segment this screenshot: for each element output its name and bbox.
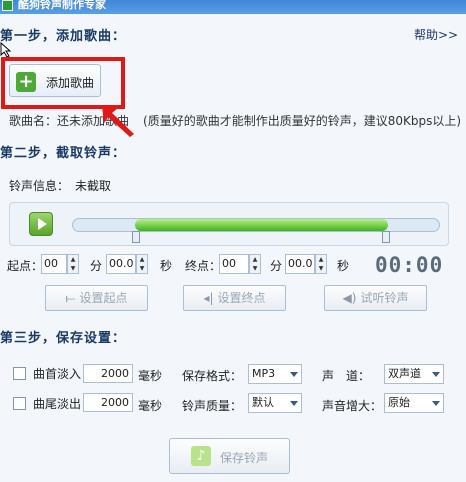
set-end-label: 设置终点 [217, 291, 266, 305]
time-display: 00:00 [375, 253, 444, 277]
ringtone-info-label: 铃声信息： [9, 179, 70, 193]
start-second-unit: 秒 [160, 259, 173, 273]
chevron-down-icon [290, 401, 298, 406]
fade-out-unit: 毫秒 [138, 399, 163, 413]
quality-label: 铃声质量： [182, 399, 243, 413]
step2-title: 第二步，截取铃声： [0, 146, 127, 161]
format-select[interactable]: MP3 [248, 364, 302, 384]
chevron-down-icon [432, 401, 440, 406]
preview-button[interactable]: ◀) 试听铃声 [324, 285, 427, 311]
start-handle[interactable] [132, 231, 140, 243]
set-start-label: 设置起点 [79, 291, 128, 305]
end-handle[interactable] [382, 231, 390, 243]
music-note-icon: ♪ [191, 446, 211, 466]
set-end-button[interactable]: ◂| 设置终点 [183, 285, 286, 311]
end-label: 终点： [185, 259, 222, 273]
speaker-icon: ◀) [342, 291, 357, 305]
fade-in-input[interactable]: 2000 [83, 364, 133, 383]
end-minute-input[interactable]: 00 [219, 254, 249, 274]
fade-in-unit: 毫秒 [138, 369, 163, 383]
add-song-label: 添加歌曲 [46, 76, 95, 90]
play-button[interactable] [29, 212, 53, 236]
set-start-button[interactable]: ⟝ 设置起点 [45, 285, 148, 311]
end-second-unit: 秒 [337, 259, 350, 273]
start-second-spinner[interactable]: ▲ ▼ [136, 254, 148, 274]
selection-fill [135, 219, 388, 231]
red-arrow-icon [102, 106, 134, 137]
end-second-spinner[interactable]: ▲ ▼ [315, 254, 327, 274]
start-minute-input[interactable]: 00 [41, 254, 67, 274]
ringtone-info-value: 未截取 [75, 179, 112, 193]
add-song-button[interactable]: + 添加歌曲 [9, 64, 101, 97]
mouse-cursor-icon [0, 42, 12, 58]
fade-out-checkbox[interactable] [13, 397, 26, 410]
start-label: 起点： [7, 259, 44, 273]
set-end-icon: ◂| [203, 291, 214, 305]
format-value: MP3 [252, 367, 276, 380]
window-title: 酷狗铃声制作专家 [18, 0, 106, 11]
song-name-row: 歌曲名：还未添加歌曲 (质量好的歌曲才能制作出质量好的铃声，建议80Kbps以上) [9, 112, 461, 129]
start-minute-spinner[interactable]: ▲ ▼ [67, 254, 79, 274]
channel-select[interactable]: 双声道 [384, 364, 444, 384]
quality-value: 默认 [252, 396, 274, 409]
end-minute-unit: 分 [270, 259, 283, 273]
chevron-down-icon [290, 372, 298, 377]
step3-title: 第三步，保存设置： [0, 331, 127, 346]
fade-in-label: 曲首淡入 [33, 367, 82, 381]
fade-out-input[interactable]: 2000 [83, 393, 133, 412]
plus-icon: + [16, 72, 36, 92]
chevron-down-icon [432, 372, 440, 377]
save-ringtone-button[interactable]: ♪ 保存铃声 [169, 438, 290, 474]
set-start-icon: ⟝ [65, 291, 76, 305]
app-icon [2, 0, 13, 11]
fade-out-label: 曲尾淡出 [33, 397, 82, 411]
fade-in-checkbox[interactable] [13, 367, 26, 380]
channel-value: 双声道 [388, 367, 421, 380]
channel-label: 声 道： [322, 369, 371, 383]
quality-hint: (质量好的歌曲才能制作出质量好的铃声，建议80Kbps以上) [143, 114, 462, 128]
play-icon [38, 218, 47, 230]
save-ringtone-label: 保存铃声 [220, 451, 269, 465]
format-label: 保存格式： [182, 369, 243, 383]
start-minute-unit: 分 [90, 259, 103, 273]
end-second-input[interactable]: 00.0 [285, 254, 315, 274]
gain-select[interactable]: 原始 [384, 393, 444, 413]
title-bar: 酷狗铃声制作专家 [0, 0, 466, 14]
gain-label: 声音增大： [322, 399, 383, 413]
preview-label: 试听铃声 [360, 291, 409, 305]
step1-title: 第一步，添加歌曲： [0, 29, 127, 44]
gain-value: 原始 [388, 396, 410, 409]
help-link[interactable]: 帮助>> [414, 26, 458, 43]
quality-select[interactable]: 默认 [248, 393, 302, 413]
end-minute-spinner[interactable]: ▲ ▼ [249, 254, 261, 274]
start-second-input[interactable]: 00.0 [106, 254, 136, 274]
